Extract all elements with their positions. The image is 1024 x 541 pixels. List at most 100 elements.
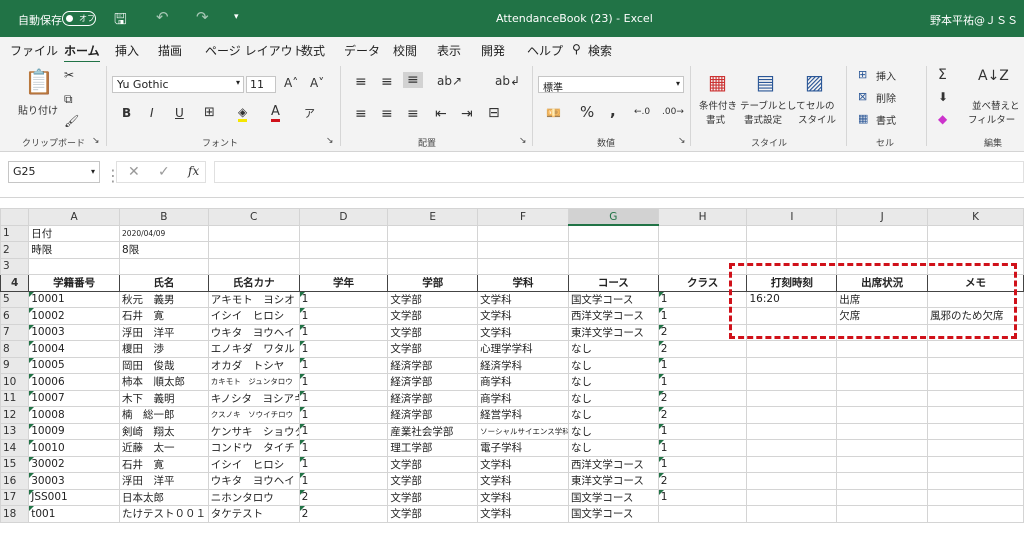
cell[interactable]: 1 (657, 439, 748, 457)
cell[interactable]: 文学科 (477, 472, 569, 490)
cell[interactable]: 文学部 (387, 472, 479, 490)
cell[interactable]: エノキダ ワタル (207, 340, 300, 358)
font-name-select[interactable]: Yu Gothic ▾ (112, 76, 244, 93)
cell[interactable]: ウキタ ヨウヘイ (207, 472, 300, 490)
cell[interactable]: ケンサキ ショウタ (207, 422, 300, 440)
cell[interactable] (207, 224, 300, 242)
cell[interactable]: 日本太郎 (119, 488, 209, 506)
tab-developer[interactable]: 開発 (481, 42, 505, 59)
cell[interactable]: 文学部 (387, 340, 479, 358)
cell[interactable] (746, 241, 838, 259)
bold-button[interactable]: B (122, 106, 131, 120)
cell[interactable]: 経済学部 (387, 389, 479, 407)
sort-filter-button-line2[interactable]: フィルター (968, 112, 1015, 126)
cell[interactable] (927, 422, 1024, 440)
cell[interactable] (927, 290, 1024, 308)
cell[interactable]: 30002 (28, 455, 121, 473)
cell[interactable] (746, 389, 838, 407)
phonetic-icon[interactable]: ア (304, 105, 315, 121)
delete-cells-icon[interactable]: ⊠ (858, 90, 867, 103)
cell[interactable]: 時限 (28, 241, 121, 259)
underline-button[interactable]: U (175, 106, 184, 120)
cell[interactable] (477, 224, 569, 242)
cell[interactable] (746, 505, 838, 523)
cell[interactable]: 1 (298, 406, 389, 424)
cell[interactable] (836, 488, 929, 506)
cell[interactable]: 打刻時刻 (746, 274, 838, 292)
tab-help[interactable]: ヘルプ (527, 42, 563, 59)
cell[interactable] (746, 488, 838, 506)
paste-icon[interactable]: 📋 (24, 68, 54, 96)
cell[interactable] (567, 224, 659, 242)
save-icon[interactable]: 🖫 (114, 9, 127, 34)
cell[interactable]: キノシタ ヨシアキ (207, 389, 300, 407)
format-as-table-button[interactable]: テーブルとして (740, 98, 806, 112)
column-header[interactable]: I (746, 208, 838, 226)
cell[interactable]: なし (567, 356, 659, 374)
cell[interactable]: 文学部 (387, 455, 479, 473)
cell[interactable] (927, 373, 1024, 391)
cell[interactable]: なし (567, 439, 659, 457)
cell[interactable] (298, 224, 389, 242)
cell[interactable] (746, 439, 838, 457)
paste-button[interactable]: 貼り付け (18, 102, 58, 117)
cancel-icon[interactable]: ✕ (128, 164, 140, 180)
cell[interactable]: 文学部 (387, 488, 479, 506)
cell[interactable]: 1 (298, 472, 389, 490)
cell[interactable]: 文学科 (477, 323, 569, 341)
cell[interactable] (836, 472, 929, 490)
cell[interactable]: 東洋文学コース (567, 323, 659, 341)
cell[interactable]: 1 (298, 373, 389, 391)
row-header[interactable]: 10 (0, 373, 30, 391)
cell[interactable]: 柿本 順太郎 (119, 373, 209, 391)
enter-icon[interactable]: ✓ (158, 164, 170, 180)
cell[interactable] (836, 455, 929, 473)
fill-color-icon[interactable]: ◈ (238, 105, 248, 122)
cell[interactable]: コンドウ タイチ (207, 439, 300, 457)
cell[interactable]: 1 (298, 356, 389, 374)
cell[interactable]: 1 (298, 323, 389, 341)
cell[interactable] (927, 224, 1024, 242)
cut-icon[interactable]: ✂ (64, 68, 74, 82)
conditional-format-button[interactable]: 条件付き (699, 98, 737, 112)
cell[interactable]: なし (567, 389, 659, 407)
cell[interactable]: 日付 (28, 224, 121, 242)
row-header[interactable]: 13 (0, 422, 30, 440)
quick-access-dropdown-icon[interactable]: ▾ (234, 12, 239, 22)
cell[interactable]: 西洋文学コース (567, 307, 659, 325)
align-left-icon[interactable]: ≡ (355, 106, 367, 122)
cell[interactable]: 商学科 (477, 389, 569, 407)
cell[interactable]: 氏名カナ (207, 274, 300, 292)
cell[interactable] (657, 224, 748, 242)
comma-icon[interactable]: , (610, 102, 616, 120)
cell[interactable]: 2 (657, 406, 748, 424)
cell[interactable] (207, 257, 300, 275)
cell[interactable]: 氏名 (119, 274, 209, 292)
formula-input[interactable] (214, 161, 1024, 183)
cell-styles-icon[interactable]: ▨ (805, 70, 824, 94)
cell[interactable]: 1 (657, 422, 748, 440)
cell[interactable] (836, 373, 929, 391)
cell[interactable]: なし (567, 422, 659, 440)
cell[interactable]: 秋元 義男 (119, 290, 209, 308)
cell[interactable] (927, 356, 1024, 374)
cell[interactable] (927, 241, 1024, 259)
cell[interactable] (836, 241, 929, 259)
row-header[interactable]: 3 (0, 257, 30, 275)
row-header[interactable]: 6 (0, 307, 30, 325)
cell[interactable]: JSS001 (28, 488, 121, 506)
cell[interactable]: 2 (657, 340, 748, 358)
cell[interactable] (836, 439, 929, 457)
cell[interactable] (836, 406, 929, 424)
cell[interactable]: 2 (298, 488, 389, 506)
select-all-corner[interactable] (0, 208, 30, 226)
cell[interactable]: タケテスト (207, 505, 300, 523)
cell[interactable]: 木下 義明 (119, 389, 209, 407)
cell[interactable]: 石井 寛 (119, 455, 209, 473)
cell[interactable]: 文学部 (387, 323, 479, 341)
clipboard-launcher-icon[interactable]: ↘ (92, 136, 100, 146)
cell[interactable] (567, 241, 659, 259)
row-header[interactable]: 2 (0, 241, 30, 259)
align-right-icon[interactable]: ≡ (407, 106, 419, 122)
cell[interactable]: 1 (657, 356, 748, 374)
